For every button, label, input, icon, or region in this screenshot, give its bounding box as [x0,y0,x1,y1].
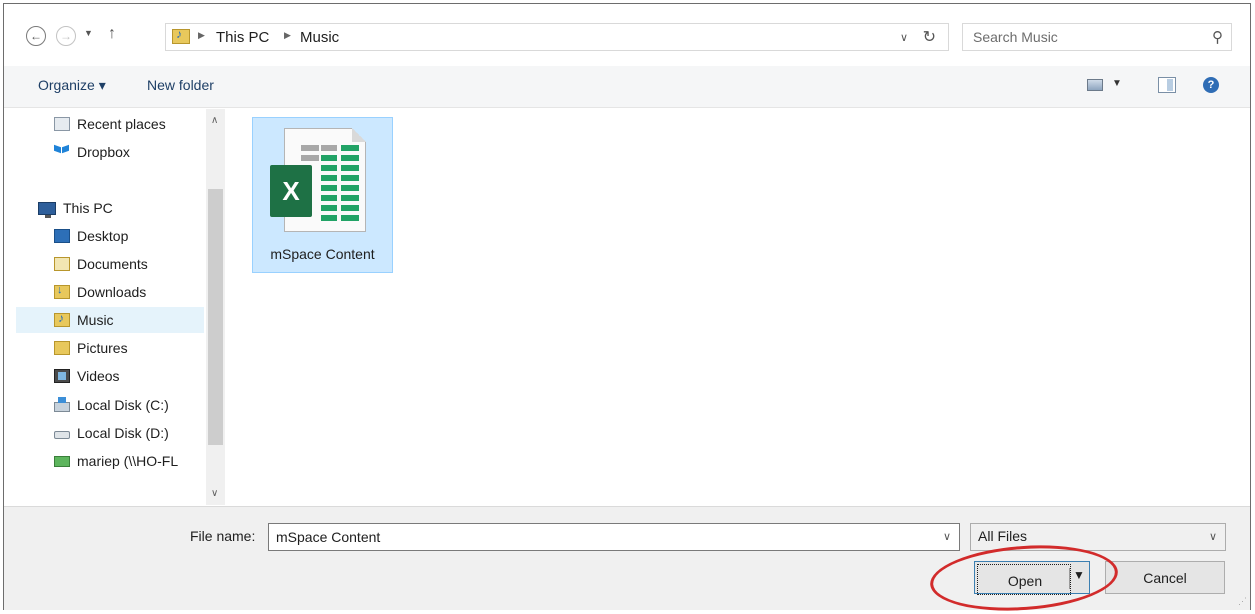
organize-button[interactable]: Organize ▾ [38,77,106,94]
excel-badge-icon: X [270,165,312,217]
nav-item-downloads[interactable]: Downloads [16,279,204,305]
nav-item-label: Local Disk (C:) [77,397,169,413]
dropbox-icon [54,145,70,159]
videos-folder-icon [54,369,70,383]
nav-item-label: Dropbox [77,144,130,160]
computer-icon [38,201,56,218]
open-focus-ring: Open [977,564,1071,595]
file-name-dropdown-icon[interactable]: ∨ [943,530,951,543]
up-button[interactable]: ↑ [108,25,116,43]
downloads-folder-icon [54,284,70,299]
new-folder-button[interactable]: New folder [147,77,214,93]
breadcrumb-this-pc[interactable]: This PC [216,29,269,46]
scroll-up-icon[interactable]: ∧ [211,115,218,126]
nav-item-local-disk-d[interactable]: Local Disk (D:) [16,420,204,446]
navigation-pane: Recent places Dropbox ▲ This PC Desktop … [4,109,225,505]
recent-places-icon [54,117,70,131]
command-bar: Organize ▾ New folder ▼ ? [4,66,1250,108]
nav-item-documents[interactable]: Documents [16,251,204,277]
split-divider [1069,568,1070,589]
music-folder-icon [54,311,70,327]
dialog-footer: File name: ∨ All Files ∨ Open ▼ Cancel ⋰ [4,506,1250,610]
documents-folder-icon [54,257,70,271]
nav-item-label: Pictures [77,340,128,356]
nav-item-label: Local Disk (D:) [77,425,169,441]
pictures-folder-icon [54,341,70,355]
back-button[interactable]: ← [26,26,46,46]
address-bar[interactable]: ▶ This PC ▶ Music ∨ ↻ [165,23,949,51]
recent-locations-chevron-icon[interactable]: ▼ [84,28,93,38]
nav-item-desktop[interactable]: Desktop [16,223,204,249]
nav-item-label: Downloads [77,284,147,300]
nav-item-label: mariep (\\HO-FL [77,453,179,469]
nav-item-dropbox[interactable]: Dropbox [16,139,204,165]
breadcrumb-music[interactable]: Music [300,29,339,46]
nav-item-network-drive[interactable]: mariep (\\HO-FL [16,448,204,474]
nav-item-local-disk-c[interactable]: Local Disk (C:) [16,392,204,418]
preview-pane-icon[interactable] [1158,77,1176,93]
nav-item-this-pc[interactable]: ▲ This PC [16,195,204,221]
search-box: ⚲ [962,23,1232,51]
forward-button[interactable]: → [56,26,76,46]
refresh-icon[interactable]: ↻ [923,27,936,47]
file-name-input[interactable] [269,524,929,550]
open-file-dialog: ← → ▼ ↑ ▶ This PC ▶ Music ∨ ↻ ⚲ Organize… [3,3,1251,610]
nav-item-recent-places[interactable]: Recent places [16,111,204,137]
change-view-icon[interactable] [1087,79,1103,91]
nav-item-music[interactable]: Music [16,307,204,333]
desktop-folder-icon [54,229,70,243]
help-icon[interactable]: ? [1203,77,1219,93]
spreadsheet-grid-icon [301,145,363,225]
resize-grip-icon[interactable]: ⋰ [1238,596,1247,607]
scrollbar-thumb[interactable] [208,189,223,445]
file-item[interactable]: X mSpace Content [252,117,393,273]
file-name-combobox: ∨ [268,523,960,551]
scroll-down-icon[interactable]: ∨ [211,488,218,499]
navigation-scrollbar[interactable]: ∧ ∨ [206,109,225,505]
music-folder-icon [172,27,190,44]
breadcrumb-separator-icon: ▶ [284,30,291,40]
nav-item-label: Videos [77,368,120,384]
view-options-chevron-icon[interactable]: ▼ [1112,78,1122,89]
search-input[interactable] [963,24,1195,50]
network-drive-icon [54,455,70,467]
open-button[interactable]: Open ▼ [974,561,1090,595]
cancel-button[interactable]: Cancel [1105,561,1225,594]
disk-c-icon [54,397,70,412]
open-options-arrow-icon[interactable]: ▼ [1073,568,1085,582]
nav-item-label: Documents [77,256,148,272]
nav-item-pictures[interactable]: Pictures [16,335,204,361]
file-type-select[interactable]: All Files ∨ [970,523,1226,551]
nav-item-label: Music [77,312,114,328]
address-row: ← → ▼ ↑ ▶ This PC ▶ Music ∨ ↻ ⚲ [4,4,1250,64]
breadcrumb-separator-icon: ▶ [198,30,205,40]
file-name-label: File name: [190,528,256,544]
nav-item-label: This PC [63,200,113,216]
nav-item-label: Desktop [77,228,129,244]
excel-file-icon: X [270,128,366,232]
file-type-value: All Files [978,528,1028,544]
address-dropdown-chevron-icon[interactable]: ∨ [900,31,908,44]
nav-item-videos[interactable]: Videos [16,363,204,389]
file-name-label: mSpace Content [270,246,375,262]
nav-item-label: Recent places [77,116,166,132]
file-type-chevron-icon: ∨ [1208,531,1217,543]
file-list: X mSpace Content [226,109,1250,505]
disk-d-icon [54,431,70,439]
search-icon[interactable]: ⚲ [1212,28,1223,46]
open-button-label: Open [1007,573,1043,589]
